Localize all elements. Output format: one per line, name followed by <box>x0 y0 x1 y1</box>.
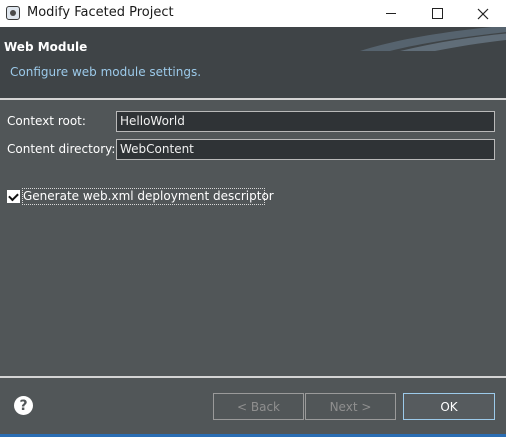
header-divider <box>0 98 506 100</box>
page-title: Web Module <box>4 40 88 54</box>
maximize-button[interactable] <box>414 0 460 27</box>
wizard-header: Web Module Configure web module settings… <box>0 27 506 98</box>
back-button[interactable]: < Back <box>213 393 304 420</box>
context-root-input[interactable]: HelloWorld <box>116 111 495 132</box>
page-description: Configure web module settings. <box>10 65 202 79</box>
content-directory-label: Content directory: <box>7 142 116 156</box>
header-banner-graphic <box>360 27 506 51</box>
eclipse-app-icon <box>6 6 20 20</box>
context-root-label: Context root: <box>7 114 86 128</box>
ok-button[interactable]: OK <box>403 393 495 420</box>
minimize-icon <box>386 13 396 14</box>
next-button[interactable]: Next > <box>305 393 396 420</box>
help-icon[interactable]: ? <box>14 396 33 415</box>
maximize-icon <box>431 8 443 19</box>
footer-divider <box>0 376 506 378</box>
close-icon <box>477 8 489 19</box>
close-button[interactable] <box>460 0 506 27</box>
window-title: Modify Faceted Project <box>27 5 174 20</box>
checkmark-icon <box>8 190 19 201</box>
minimize-button[interactable] <box>368 0 414 27</box>
generate-descriptor-checkbox[interactable] <box>7 190 20 203</box>
generate-descriptor-label[interactable]: Generate web.xml deployment descriptor <box>23 189 274 203</box>
content-directory-input[interactable]: WebContent <box>116 139 495 160</box>
